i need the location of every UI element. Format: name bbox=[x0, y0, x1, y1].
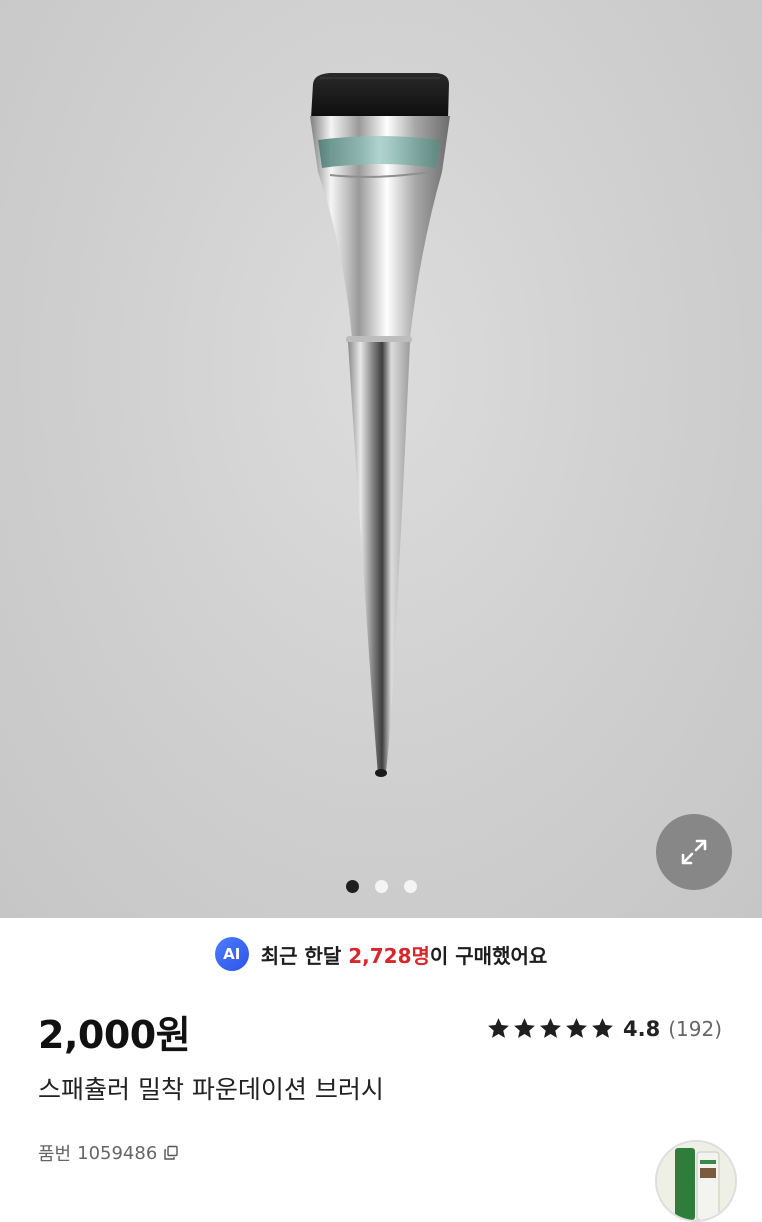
purchase-count-text: 최근 한달 2,728명이 구매했어요 bbox=[260, 943, 548, 968]
gallery-dot-3[interactable] bbox=[403, 880, 417, 893]
rating-summary[interactable]: 4.8 (192) bbox=[486, 1016, 722, 1041]
ai-badge: AI bbox=[214, 937, 249, 971]
review-count: (192) bbox=[668, 1016, 722, 1041]
copy-icon[interactable] bbox=[163, 1145, 179, 1161]
star-icon bbox=[540, 1018, 561, 1038]
star-icon bbox=[488, 1018, 509, 1038]
related-product-thumbnail[interactable] bbox=[655, 1140, 737, 1222]
product-image-gallery[interactable] bbox=[0, 0, 762, 918]
product-price: 2,000원 bbox=[38, 1013, 191, 1057]
product-sku: 품번 1059486 bbox=[38, 1140, 179, 1166]
product-image bbox=[310, 73, 450, 777]
rating-score: 4.8 bbox=[623, 1016, 661, 1041]
star-icon bbox=[514, 1018, 535, 1038]
product-title: 스패츌러 밀착 파운데이션 브러시 bbox=[38, 1075, 384, 1104]
gallery-pagination bbox=[0, 880, 762, 893]
expand-image-button[interactable] bbox=[656, 814, 732, 890]
related-product-image bbox=[657, 1142, 735, 1220]
star-icon bbox=[592, 1018, 613, 1038]
purchase-count-banner: AI 최근 한달 2,728명이 구매했어요 bbox=[0, 926, 762, 982]
star-icon bbox=[566, 1018, 587, 1038]
expand-arrows-icon bbox=[681, 839, 707, 865]
purchase-count: 2,728명 bbox=[348, 943, 430, 968]
rating-stars bbox=[486, 1016, 615, 1041]
sku-label: 품번 bbox=[38, 1144, 72, 1165]
sku-value: 1059486 bbox=[77, 1142, 158, 1164]
gallery-dot-2[interactable] bbox=[374, 880, 388, 893]
gallery-dot-1[interactable] bbox=[345, 880, 359, 893]
